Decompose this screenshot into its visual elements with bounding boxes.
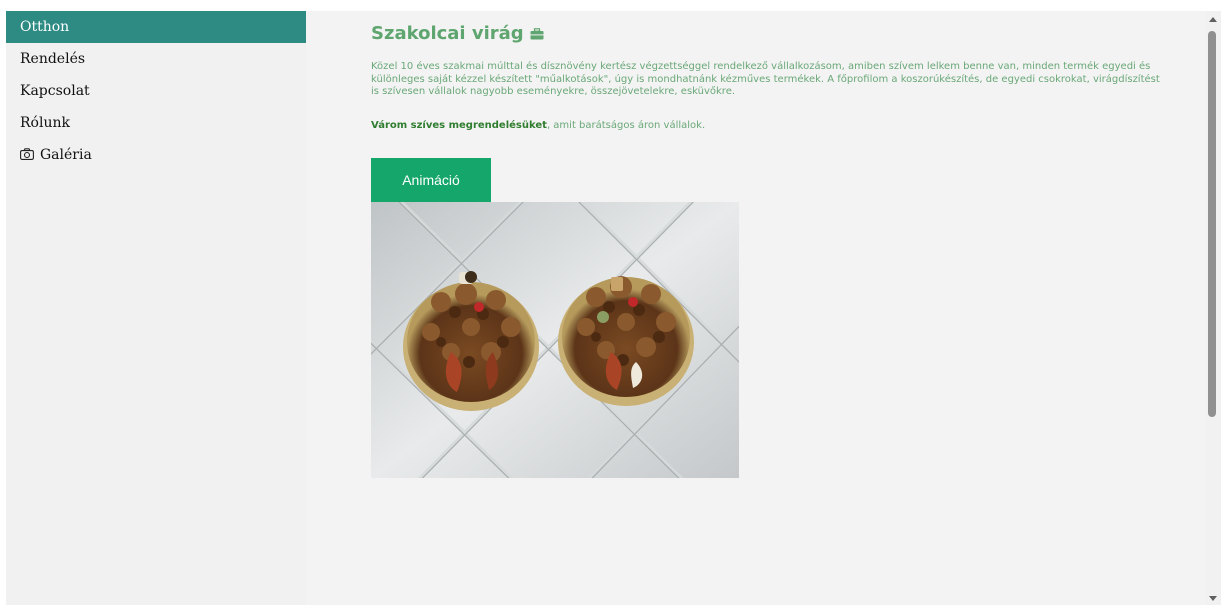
sidebar-item-label: Rendelés [20,51,86,67]
camera-icon [20,148,36,162]
wreath-photo [371,202,739,478]
page-title: Szakolcai virág [371,23,544,44]
sidebar: Otthon Rendelés Kapcsolat Rólunk Galéria [6,11,306,605]
sidebar-item-label: Otthon [20,19,70,35]
main-content: Szakolcai virág Közel 10 éves szakmai mú… [306,11,1205,605]
sidebar-item-galeria[interactable]: Galéria [6,139,306,171]
order-invitation-strong: Várom szíves megrendelésüket [371,120,547,131]
order-invitation-rest: , amit barátságos áron vállalok. [546,120,706,131]
order-invitation: Várom szíves megrendelésüket, amit barát… [371,120,1161,132]
sidebar-item-rendeles[interactable]: Rendelés [6,43,306,75]
scrollbar[interactable] [1205,11,1221,605]
scroll-down-icon[interactable] [1209,596,1217,601]
sidebar-item-kapcsolat[interactable]: Kapcsolat [6,75,306,107]
sidebar-item-label: Rólunk [20,115,70,131]
top-strip [0,0,1221,10]
sidebar-item-label: Kapcsolat [20,83,90,99]
page-title-text: Szakolcai virág [371,23,524,44]
intro-paragraph: Közel 10 éves szakmai múlttal és dísznöv… [371,61,1160,98]
sidebar-item-otthon[interactable]: Otthon [6,11,306,43]
sidebar-item-label: Galéria [40,147,92,163]
sidebar-item-rolunk[interactable]: Rólunk [6,107,306,139]
briefcase-icon [530,27,544,40]
scroll-up-icon[interactable] [1209,17,1217,22]
scroll-thumb[interactable] [1208,31,1216,417]
tab-animacio[interactable]: Animáció [371,158,491,202]
